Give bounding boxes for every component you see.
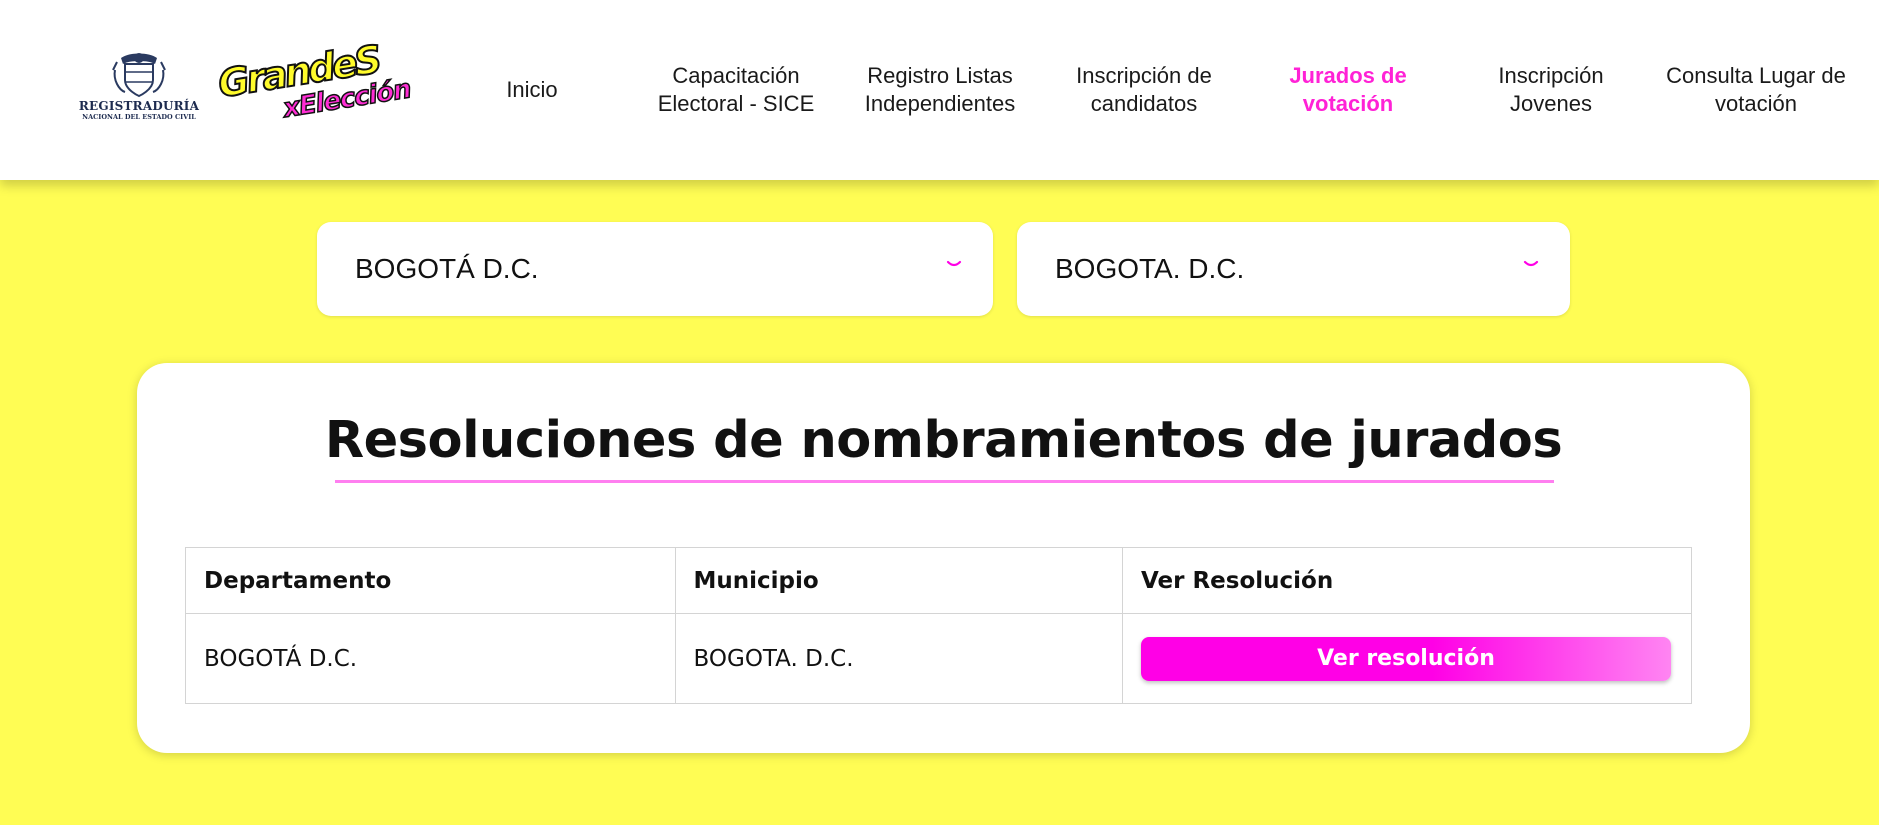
municipio-select[interactable]: BOGOTA. D.C. xyxy=(1017,222,1570,316)
resoluciones-card: Resoluciones de nombramientos de jurados… xyxy=(137,363,1750,753)
nav-consulta-lugar[interactable]: Consulta Lugar de votación xyxy=(1660,62,1852,118)
resoluciones-table: Departamento Municipio Ver Resolución BO… xyxy=(185,547,1693,704)
nav-inscripcion-candidatos[interactable]: Inscripción de candidatos xyxy=(1052,62,1236,118)
site-header: REGISTRADURÍA NACIONAL DEL ESTADO CIVIL … xyxy=(0,0,1879,180)
page-title: Resoluciones de nombramientos de jurados xyxy=(324,411,1563,470)
column-header-departamento: Departamento xyxy=(185,547,676,614)
departamento-select-value: BOGOTÁ D.C. xyxy=(355,253,539,284)
column-header-municipio: Municipio xyxy=(674,547,1123,614)
nav-capacitacion[interactable]: Capacitación Electoral - SICE xyxy=(640,62,832,118)
chevron-down-icon xyxy=(946,260,962,267)
cell-departamento: BOGOTÁ D.C. xyxy=(185,613,676,704)
table-header-row: Departamento Municipio Ver Resolución xyxy=(185,547,1693,614)
cell-municipio: BOGOTA. D.C. xyxy=(674,613,1123,704)
nav-registro-listas[interactable]: Registro Listas Independientes xyxy=(840,62,1040,118)
chevron-down-icon xyxy=(1523,260,1539,267)
ver-resolucion-button[interactable]: Ver resolución xyxy=(1140,636,1671,681)
table-row: BOGOTÁ D.C. BOGOTA. D.C. Ver resolución xyxy=(185,613,1693,704)
nav-inicio[interactable]: Inicio xyxy=(470,62,594,118)
cell-ver-resolucion: Ver resolución xyxy=(1121,613,1693,704)
nav-jurados[interactable]: Jurados de votación xyxy=(1270,62,1426,118)
municipio-select-value: BOGOTA. D.C. xyxy=(1055,253,1245,284)
departamento-select[interactable]: BOGOTÁ D.C. xyxy=(317,222,993,316)
main-nav: Inicio Capacitación Electoral - SICE Reg… xyxy=(0,0,1879,180)
column-header-ver-resolucion: Ver Resolución xyxy=(1121,547,1693,614)
nav-inscripcion-jovenes[interactable]: Inscripción Jovenes xyxy=(1470,62,1632,118)
title-underline xyxy=(335,480,1554,483)
